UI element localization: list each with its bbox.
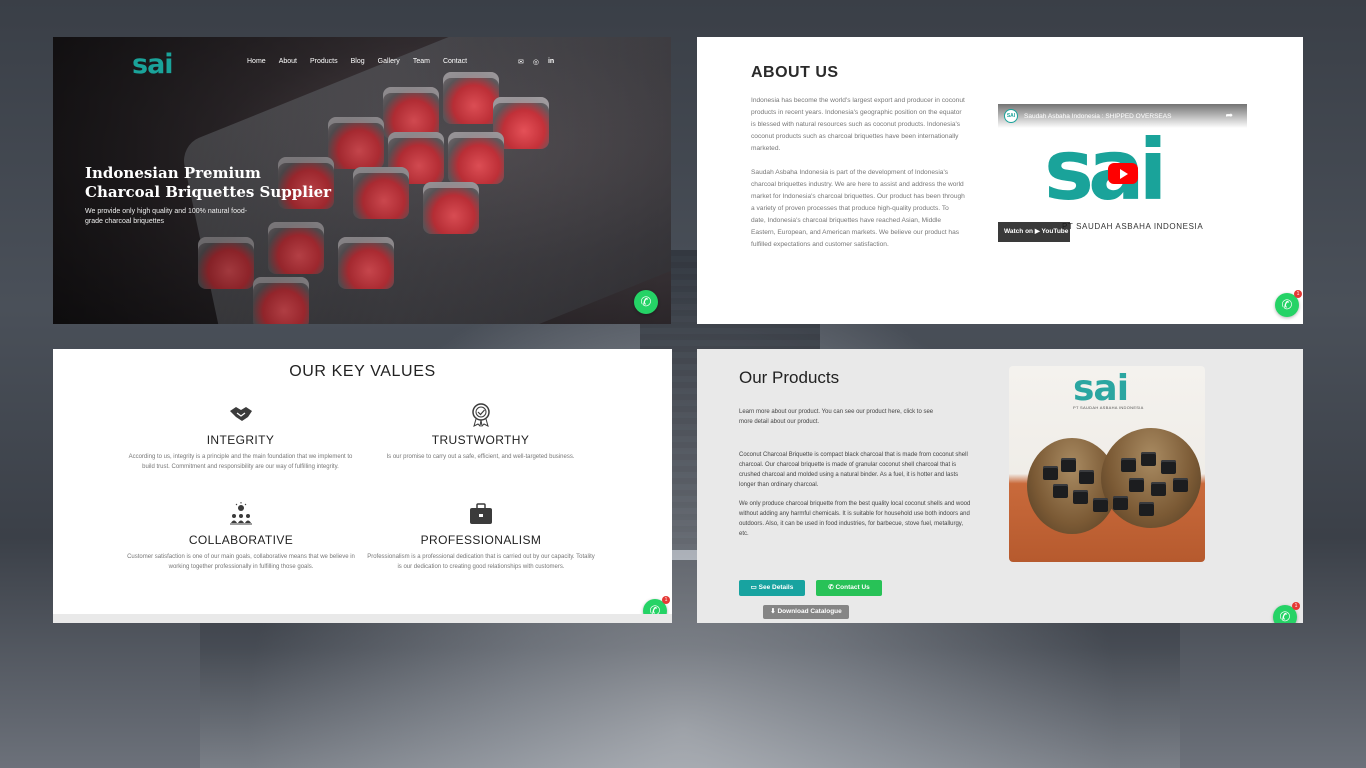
watch-on-youtube-button[interactable]: Watch on ▶ YouTube bbox=[998, 222, 1070, 242]
charcoal-brick bbox=[1093, 498, 1108, 512]
values-title: OUR KEY VALUES bbox=[289, 363, 436, 380]
instagram-icon[interactable]: ◎ bbox=[533, 58, 539, 66]
share-icon[interactable]: ➦ bbox=[1225, 110, 1233, 121]
nav-gallery[interactable]: Gallery bbox=[378, 58, 400, 65]
whatsapp-button[interactable]: ✆ 1 bbox=[1273, 602, 1300, 623]
whatsapp-icon: ✆ bbox=[649, 603, 661, 618]
handshake-icon bbox=[229, 407, 252, 421]
charcoal-brick bbox=[1121, 458, 1136, 472]
nav-home[interactable]: Home bbox=[247, 58, 266, 65]
product-image-tag: PT SAUDAH ASBAHA INDONESIA bbox=[1073, 405, 1144, 410]
products-description: We only produce charcoal briquette from … bbox=[739, 501, 971, 537]
charcoal-brick bbox=[1151, 482, 1166, 496]
value-title: INTEGRITY bbox=[206, 433, 275, 447]
hero-screenshot: sai Home About Products Blog Gallery Tea… bbox=[53, 37, 671, 324]
charcoal-brick bbox=[1173, 478, 1188, 492]
whatsapp-button[interactable]: ✆ bbox=[634, 290, 658, 314]
contact-us-button[interactable]: ✆ Contact Us bbox=[816, 580, 882, 596]
download-catalogue-label: Download Catalogue bbox=[777, 608, 842, 615]
notification-badge: 1 bbox=[662, 596, 670, 604]
value-collaborative: COLLABORATIVE Customer satisfaction is o… bbox=[125, 501, 357, 572]
youtube-embed[interactable]: sai SAI Saudah Asbaha Indonesia : SHIPPE… bbox=[998, 104, 1247, 242]
watch-on-label: Watch on bbox=[1004, 228, 1034, 235]
value-title: COLLABORATIVE bbox=[188, 533, 294, 547]
charcoal-brick bbox=[1061, 458, 1076, 472]
about-paragraph: Indonesia has become the world's largest… bbox=[751, 97, 965, 152]
values-screenshot: OUR KEY VALUES INTEGRITY According to us… bbox=[53, 349, 672, 623]
about-title: ABOUT US bbox=[751, 64, 839, 81]
main-nav: Home About Products Blog Gallery Team Co… bbox=[247, 58, 467, 65]
hero-title: Indonesian Premium Charcoal Briquettes S… bbox=[85, 164, 332, 201]
whatsapp-button[interactable]: ✆ 1 bbox=[643, 596, 670, 623]
linkedin-icon[interactable]: in bbox=[548, 58, 554, 66]
see-details-button[interactable]: ▭ See Details bbox=[739, 580, 805, 596]
video-title[interactable]: Saudah Asbaha Indonesia : SHIPPED OVERSE… bbox=[1024, 113, 1171, 120]
value-text: According to us, integrity is a principl… bbox=[128, 454, 353, 470]
charcoal-brick bbox=[1073, 490, 1088, 504]
youtube-label: YouTube bbox=[1041, 228, 1069, 235]
value-title: TRUSTWORTHY bbox=[431, 433, 530, 447]
see-details-label: See Details bbox=[758, 584, 794, 591]
whatsapp-icon: ✆ bbox=[1279, 609, 1291, 623]
briefcase-icon bbox=[470, 503, 492, 524]
value-integrity: INTEGRITY According to us, integrity is … bbox=[128, 401, 353, 472]
nav-products[interactable]: Products bbox=[310, 58, 338, 65]
download-icon: ⬇ bbox=[770, 608, 776, 615]
products-title: Our Products bbox=[739, 368, 840, 387]
site-logo[interactable]: sai bbox=[132, 49, 174, 80]
whatsapp-icon: ✆ bbox=[640, 294, 652, 309]
whatsapp-icon: ✆ bbox=[828, 584, 834, 591]
social-links: ✉ ◎ in bbox=[518, 58, 554, 66]
charcoal-brick bbox=[1043, 466, 1058, 480]
value-title: PROFESSIONALISM bbox=[420, 533, 542, 547]
whatsapp-icon: ✆ bbox=[1281, 297, 1293, 312]
download-catalogue-button[interactable]: ⬇ Download Catalogue bbox=[763, 605, 849, 619]
about-screenshot: ABOUT US Indonesia has become the world'… bbox=[697, 37, 1303, 324]
value-professionalism: PROFESSIONALISM Professionalism is a pro… bbox=[365, 501, 597, 572]
product-image: sai PT SAUDAH ASBAHA INDONESIA bbox=[1009, 366, 1205, 562]
hero-subtitle: We provide only high quality and 100% na… bbox=[85, 208, 248, 225]
charcoal-brick bbox=[1079, 470, 1094, 484]
nav-blog[interactable]: Blog bbox=[351, 58, 365, 65]
value-text: Is our promise to carry out a safe, effi… bbox=[386, 454, 575, 460]
value-text: Professionalism is a professional dedica… bbox=[367, 554, 595, 570]
mail-icon[interactable]: ✉ bbox=[518, 58, 524, 66]
value-text: Customer satisfaction is one of our main… bbox=[127, 554, 355, 570]
nav-team[interactable]: Team bbox=[413, 58, 430, 65]
products-intro: Learn more about our product. You can se… bbox=[739, 409, 934, 425]
charcoal-brick bbox=[1053, 484, 1068, 498]
charcoal-brick bbox=[1139, 502, 1154, 516]
team-idea-icon bbox=[230, 502, 252, 525]
charcoal-brick bbox=[1161, 460, 1176, 474]
play-icon[interactable] bbox=[1108, 163, 1138, 184]
value-trustworthy: TRUSTWORTHY Is our promise to carry out … bbox=[373, 401, 588, 462]
folder-icon: ▭ bbox=[750, 584, 757, 591]
charcoal-brick bbox=[1129, 478, 1144, 492]
contact-us-label: Contact Us bbox=[835, 584, 870, 591]
video-logo: sai bbox=[1044, 121, 1168, 219]
notification-badge: 1 bbox=[1294, 290, 1302, 298]
notification-badge: 1 bbox=[1292, 602, 1300, 610]
nav-about[interactable]: About bbox=[279, 58, 297, 65]
products-screenshot: Our Products Learn more about our produc… bbox=[697, 349, 1303, 623]
about-paragraph: Saudah Asbaha Indonesia is part of the d… bbox=[751, 169, 965, 248]
about-text: Indonesia has become the world's largest… bbox=[751, 95, 965, 263]
product-image-logo: sai bbox=[1073, 368, 1129, 409]
nav-contact[interactable]: Contact bbox=[443, 58, 467, 65]
youtube-icon: ▶ bbox=[1034, 228, 1040, 235]
award-medal-icon bbox=[471, 403, 490, 427]
channel-avatar[interactable]: SAI bbox=[1004, 109, 1018, 123]
charcoal-brick bbox=[1141, 452, 1156, 466]
products-description: Coconut Charcoal Briquette is compact bl… bbox=[739, 452, 968, 488]
video-caption: PT SAUDAH ASBAHA INDONESIA bbox=[1062, 222, 1204, 231]
whatsapp-button[interactable]: ✆ 1 bbox=[1275, 290, 1302, 317]
charcoal-brick bbox=[1113, 496, 1128, 510]
